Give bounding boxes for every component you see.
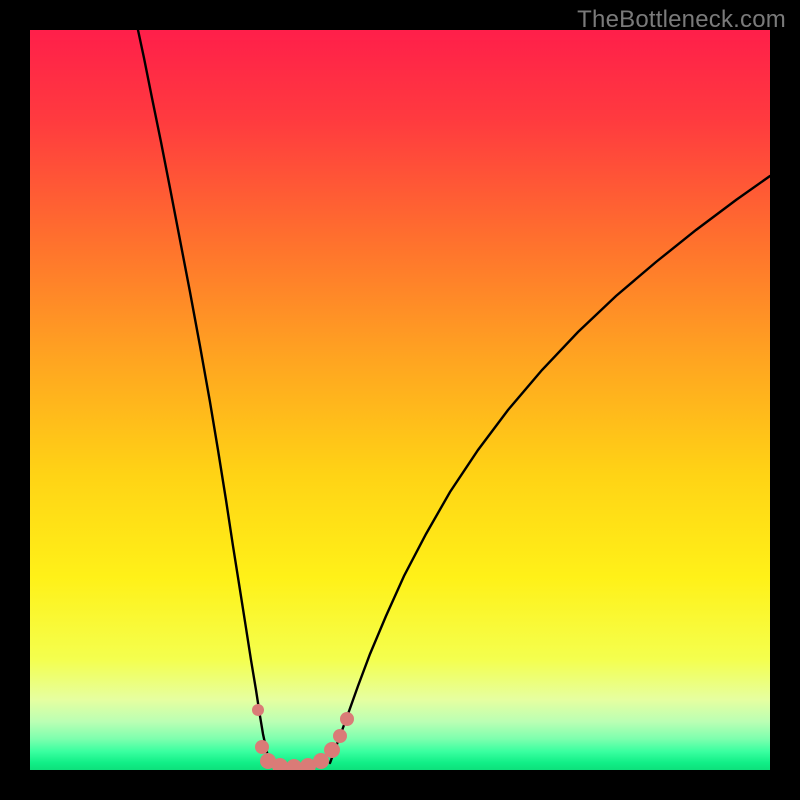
left-curve <box>138 30 270 763</box>
marker-dot <box>286 759 302 770</box>
marker-dot <box>252 704 264 716</box>
right-curve <box>330 176 770 763</box>
chart-frame: TheBottleneck.com <box>0 0 800 800</box>
marker-dot <box>255 740 269 754</box>
curve-layer <box>30 30 770 770</box>
marker-dot <box>333 729 347 743</box>
bottleneck-markers <box>252 704 354 770</box>
marker-dot <box>324 742 340 758</box>
marker-dot <box>340 712 354 726</box>
plot-area <box>30 30 770 770</box>
